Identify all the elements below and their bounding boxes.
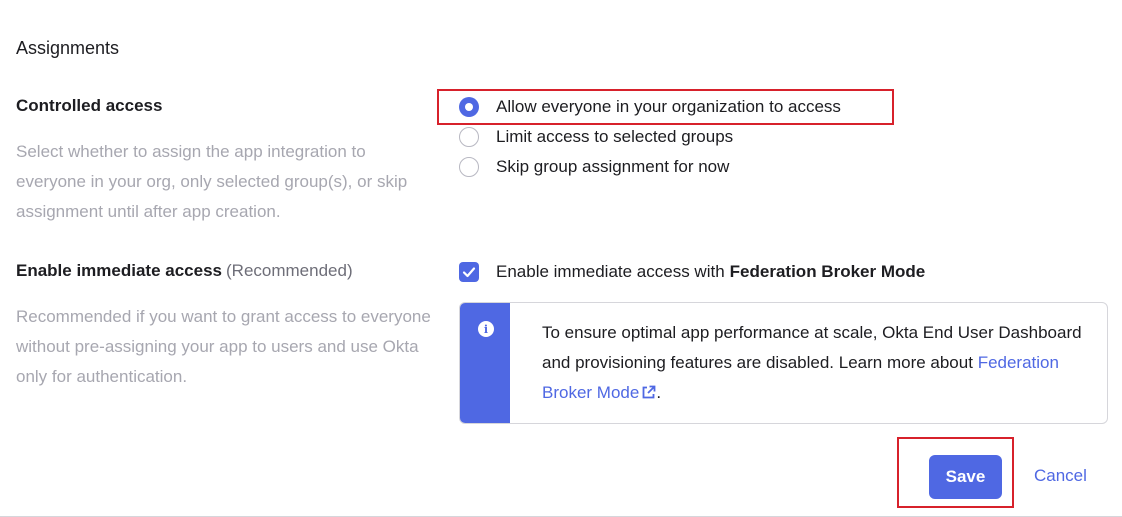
- external-link-icon: [642, 385, 656, 399]
- info-callout: i To ensure optimal app performance at s…: [459, 302, 1108, 424]
- immediate-access-checkbox-row[interactable]: Enable immediate access with Federation …: [459, 257, 925, 287]
- controlled-access-label: Controlled access: [16, 96, 163, 115]
- checkbox-label: Enable immediate access with: [496, 262, 725, 281]
- callout-text: To ensure optimal app performance at sca…: [542, 318, 1082, 408]
- radio-button[interactable]: [459, 127, 479, 147]
- save-button[interactable]: Save: [929, 455, 1002, 499]
- immediate-access-description: Recommended if you want to grant access …: [16, 307, 431, 386]
- radio-label: Limit access to selected groups: [496, 127, 734, 146]
- checkbox-checked[interactable]: [459, 262, 479, 282]
- immediate-access-label-text: Enable immediate access: [16, 261, 223, 280]
- recommended-suffix: (Recommended): [226, 261, 353, 280]
- callout-end: .: [656, 383, 662, 402]
- info-icon: i: [478, 321, 494, 337]
- radio-label: Allow everyone in your organization to a…: [496, 97, 841, 116]
- checkbox-label-bold: Federation Broker Mode: [729, 262, 926, 281]
- radio-button-selected[interactable]: [459, 97, 479, 117]
- radio-limit-groups[interactable]: Limit access to selected groups: [459, 122, 733, 152]
- controlled-access-description: Select whether to assign the app integra…: [16, 142, 408, 221]
- radio-button[interactable]: [459, 157, 479, 177]
- checkmark-icon: [462, 267, 476, 278]
- radio-skip-assignment[interactable]: Skip group assignment for now: [459, 152, 729, 182]
- immediate-access-label: Enable immediate access (Recommended): [16, 261, 353, 281]
- section-title: Assignments: [16, 38, 120, 58]
- radio-allow-everyone[interactable]: Allow everyone in your organization to a…: [459, 92, 841, 122]
- callout-accent-bar: i: [460, 303, 510, 423]
- radio-label: Skip group assignment for now: [496, 157, 730, 176]
- cancel-link[interactable]: Cancel: [1034, 466, 1087, 486]
